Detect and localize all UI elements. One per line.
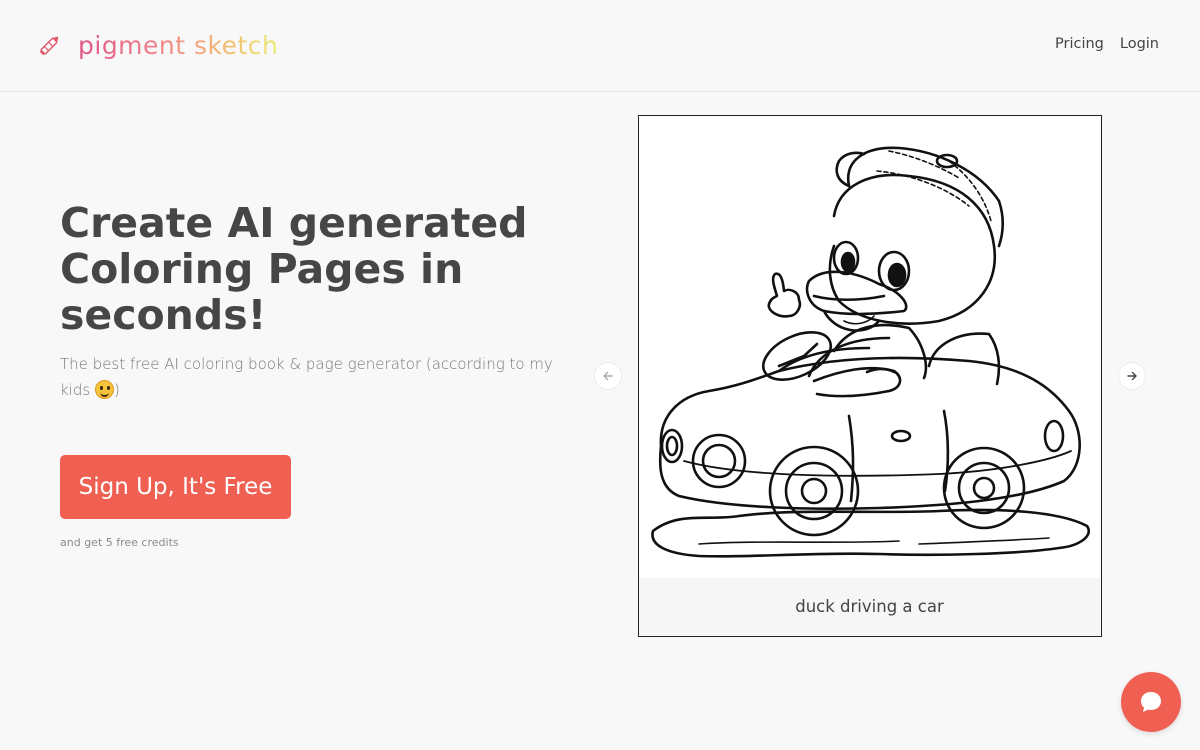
site-header: pigment sketch Pricing Login	[0, 0, 1200, 92]
hero-title: Create AI generated Coloring Pages in se…	[60, 199, 528, 339]
signup-button[interactable]: Sign Up, It's Free	[60, 455, 291, 519]
brand-name: pigment sketch	[78, 30, 279, 60]
hero-subtitle-close: )	[113, 381, 120, 399]
chat-bubble-icon	[1141, 692, 1161, 712]
hero-subtitle: The best free AI coloring book & page ge…	[60, 351, 570, 403]
coloring-page-image	[639, 116, 1100, 578]
arrow-right-icon	[1127, 371, 1137, 381]
chat-launcher-button[interactable]	[1121, 672, 1181, 732]
carousel-card: duck driving a car	[638, 115, 1102, 637]
top-nav: Pricing Login	[1055, 36, 1159, 52]
smiley-face-icon	[94, 380, 114, 399]
nav-login-link[interactable]: Login	[1120, 36, 1159, 52]
nav-pricing-link[interactable]: Pricing	[1055, 36, 1104, 52]
crayon-icon	[39, 36, 59, 56]
brand-logo[interactable]: pigment sketch	[36, 28, 278, 62]
carousel-prev-button[interactable]	[594, 362, 622, 390]
carousel-caption: duck driving a car	[639, 578, 1100, 635]
hero-subtitle-text: The best free AI coloring book & page ge…	[60, 355, 553, 399]
carousel-next-button[interactable]	[1118, 362, 1146, 390]
signup-credits-note: and get 5 free credits	[60, 536, 179, 549]
arrow-left-icon	[603, 371, 613, 381]
